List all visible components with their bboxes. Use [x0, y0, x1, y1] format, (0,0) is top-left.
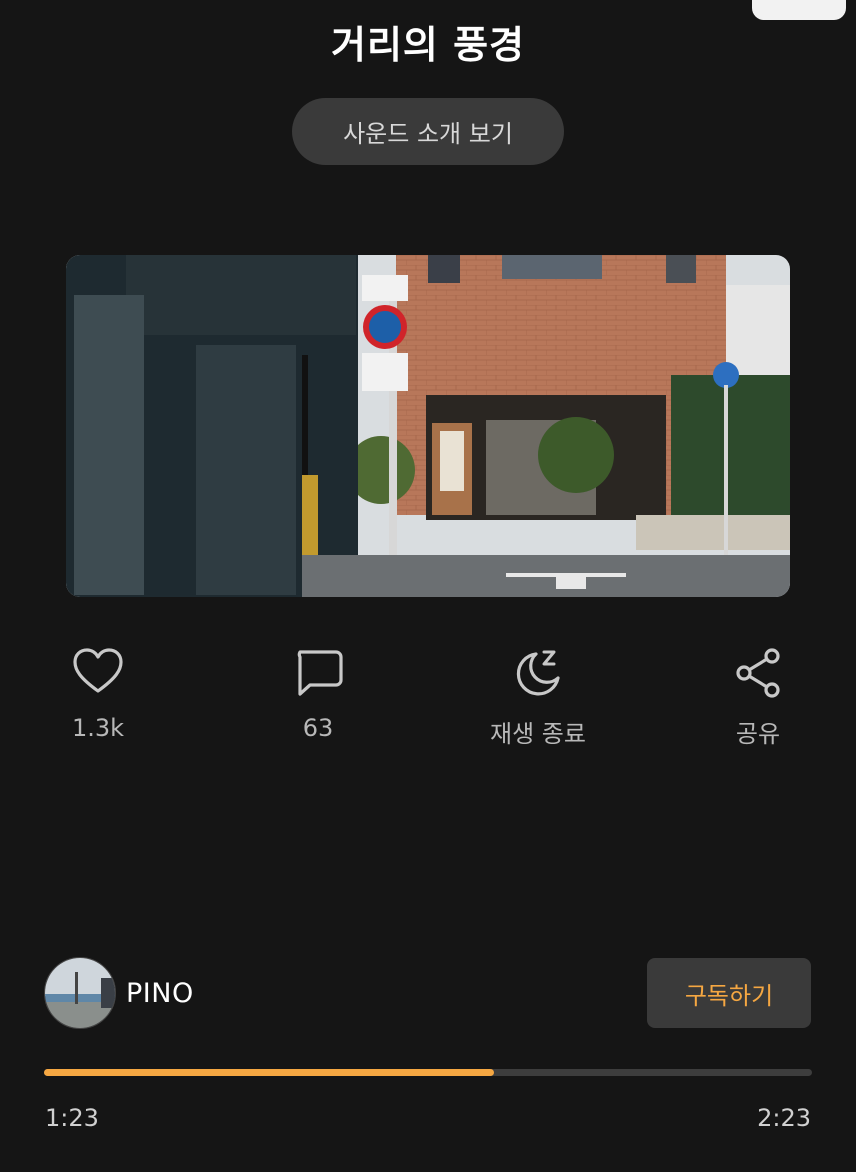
sound-intro-button[interactable]: 사운드 소개 보기 — [292, 98, 564, 165]
comment-count: 63 — [302, 714, 334, 742]
cover-image — [66, 255, 790, 597]
sleep-timer-icon — [516, 650, 560, 696]
action-bar: 1.3k 63 재생 종료 공유 — [0, 640, 856, 760]
subscribe-button[interactable]: 구독하기 — [647, 958, 811, 1028]
total-time: 2:23 — [757, 1104, 811, 1132]
author-info[interactable]: PINO — [44, 957, 194, 1029]
heart-icon — [73, 648, 123, 693]
share-button[interactable]: 공유 — [678, 640, 838, 749]
share-label: 공유 — [735, 720, 781, 748]
sleep-timer-button[interactable]: 재생 종료 — [458, 640, 618, 749]
share-icon — [736, 648, 780, 698]
like-count: 1.3k — [71, 714, 125, 742]
page-title: 거리의 풍경 — [330, 23, 526, 67]
sleep-timer-label: 재생 종료 — [490, 720, 586, 748]
avatar[interactable] — [44, 957, 116, 1029]
current-time: 1:23 — [45, 1104, 99, 1132]
comment-icon — [297, 650, 343, 696]
comment-button[interactable]: 63 — [238, 640, 398, 742]
author-name[interactable]: PINO — [126, 978, 194, 1009]
progress-fill — [44, 1069, 495, 1076]
progress-bar[interactable] — [44, 1069, 812, 1076]
like-button[interactable]: 1.3k — [18, 640, 178, 742]
